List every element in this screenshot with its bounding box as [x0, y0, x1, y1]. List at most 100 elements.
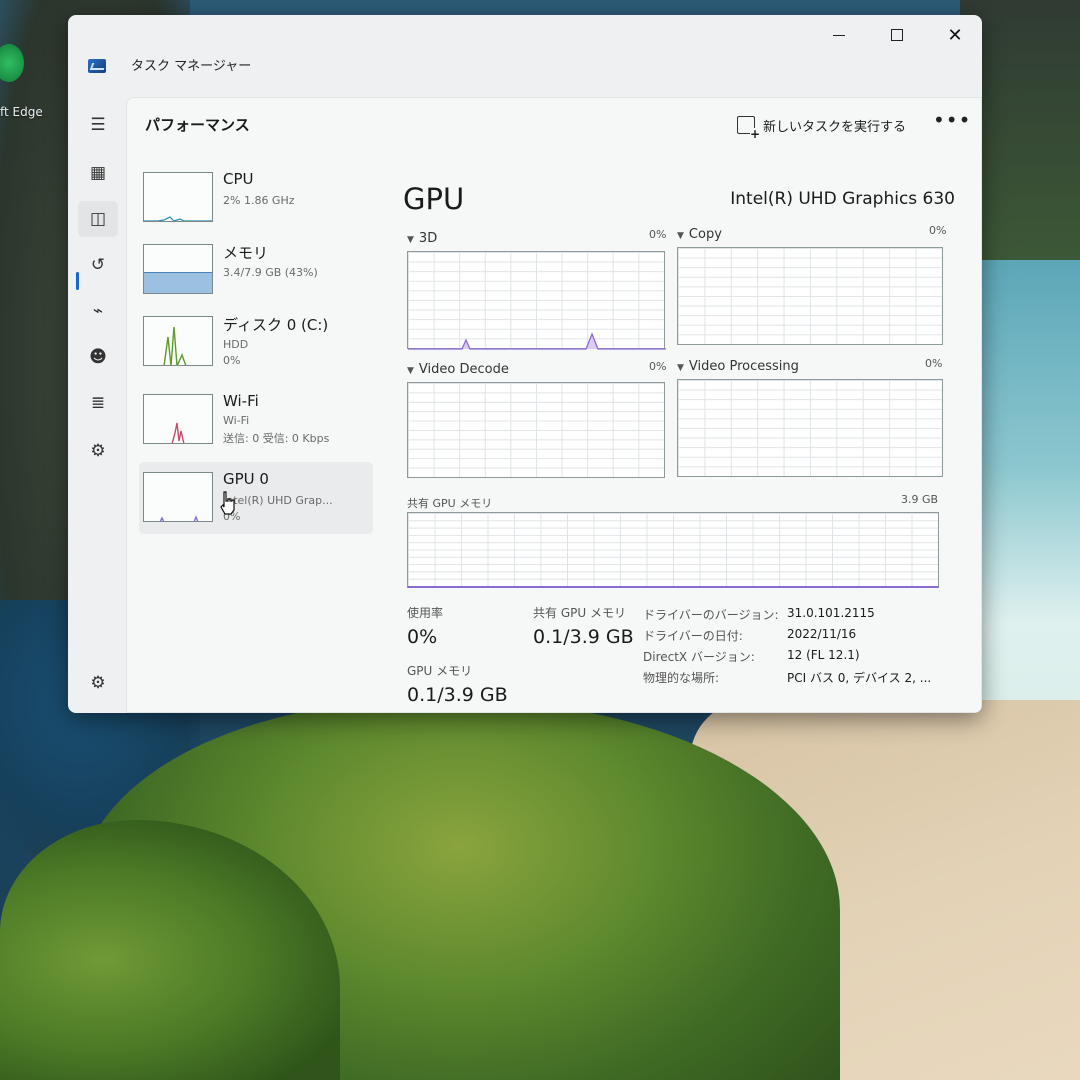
engine-selector-3d[interactable]: ▼ 3D — [407, 231, 437, 246]
graph-video-processing — [677, 379, 943, 477]
page-title: パフォーマンス — [145, 116, 250, 134]
minimize-button[interactable] — [810, 19, 868, 51]
engine-label: Copy — [688, 227, 722, 242]
disk-thumbnail-graph — [143, 316, 213, 366]
performance-icon: ◫ — [89, 209, 107, 229]
hand-cursor-icon — [220, 491, 235, 515]
graph-3d-line — [408, 332, 666, 350]
resource-detail: 0% — [223, 354, 241, 367]
resource-detail: 2% 1.86 GHz — [223, 194, 295, 207]
shared-memory-graph-max: 3.9 GB — [901, 493, 939, 506]
memory-thumbnail-graph — [143, 244, 213, 294]
resource-name: メモリ — [223, 244, 269, 262]
resource-item-memory[interactable]: メモリ 3.4/7.9 GB (43%) — [139, 234, 373, 306]
info-value: 2022/11/16 — [787, 627, 857, 641]
info-key: ドライバーの日付: — [643, 629, 743, 643]
nav-rail: ☰ ▦ ◫ ↺ ⌁ ☻ ≣ ⚙ ⚙ — [68, 77, 126, 713]
resource-item-disk[interactable]: ディスク 0 (C:) HDD 0% — [139, 306, 373, 378]
resource-item-gpu[interactable]: GPU 0 Intel(R) UHD Grap... 0% — [139, 462, 373, 534]
memory-usage-fill — [144, 272, 212, 293]
nav-services[interactable]: ⚙ — [78, 433, 118, 469]
maximize-icon — [891, 29, 903, 41]
resource-detail: 3.4/7.9 GB (43%) — [223, 266, 318, 279]
title-bar[interactable]: タスク マネージャー ✕ — [68, 15, 982, 77]
panel-header: パフォーマンス 新しいタスクを実行する ••• — [127, 98, 981, 154]
close-icon: ✕ — [947, 24, 963, 46]
shared-gpu-memory-label: 共有 GPU メモリ — [533, 606, 626, 620]
gpu-model-name: Intel(R) UHD Graphics 630 — [730, 189, 955, 209]
engine-selector-video-processing[interactable]: ▼ Video Processing — [677, 359, 799, 374]
minimize-icon — [833, 34, 845, 36]
engine-percent: 0% — [929, 224, 947, 237]
graph-copy — [677, 247, 943, 345]
utilization-label: 使用率 — [407, 606, 444, 620]
nav-startup-apps[interactable]: ⌁ — [78, 293, 118, 329]
resource-name: GPU 0 — [223, 470, 269, 488]
info-key: DirectX バージョン: — [643, 650, 755, 664]
gpu-thumbnail-graph — [143, 472, 213, 522]
edge-desktop-label[interactable]: ft Edge — [0, 105, 43, 119]
run-new-task-button[interactable]: 新しいタスクを実行する — [737, 114, 907, 140]
close-button[interactable]: ✕ — [926, 19, 982, 51]
resource-name: ディスク 0 (C:) — [223, 316, 329, 334]
details-list-icon: ≣ — [90, 393, 106, 413]
resource-name: Wi-Fi — [223, 392, 259, 410]
resource-detail: Wi-Fi — [223, 414, 250, 427]
nav-users[interactable]: ☻ — [78, 339, 118, 375]
engine-percent: 0% — [925, 357, 943, 370]
cpu-sparkline — [144, 216, 212, 221]
resource-detail: 送信: 0 受信: 0 Kbps — [223, 432, 330, 445]
info-key: 物理的な場所: — [643, 671, 720, 685]
wifi-thumbnail-graph — [143, 394, 213, 444]
resource-item-wifi[interactable]: Wi-Fi Wi-Fi 送信: 0 受信: 0 Kbps — [139, 384, 373, 456]
task-manager-app-icon — [88, 59, 106, 73]
engine-label: Video Processing — [688, 359, 799, 374]
gpu-detail-pane: GPU Intel(R) UHD Graphics 630 ▼ 3D 0% ▼ Co… — [399, 154, 969, 713]
hamburger-icon: ☰ — [90, 115, 106, 135]
info-key: ドライバーのバージョン: — [643, 608, 779, 622]
engine-selector-copy[interactable]: ▼ Copy — [677, 227, 722, 242]
run-new-task-label: 新しいタスクを実行する — [763, 119, 907, 135]
engine-selector-video-decode[interactable]: ▼ Video Decode — [407, 362, 509, 377]
nav-details[interactable]: ≣ — [78, 385, 118, 421]
users-icon: ☻ — [89, 347, 107, 367]
chevron-down-icon: ▼ — [407, 235, 414, 245]
wifi-sparkline — [171, 422, 185, 443]
resource-detail: HDD — [223, 338, 249, 351]
maximize-button[interactable] — [868, 19, 926, 51]
window-title: タスク マネージャー — [131, 59, 252, 74]
shared-gpu-memory-value: 0.1/3.9 GB — [533, 626, 634, 648]
nav-performance[interactable]: ◫ — [78, 201, 118, 237]
resource-name: CPU — [223, 170, 254, 188]
startup-icon: ⌁ — [92, 301, 104, 321]
info-value: PCI バス 0, デバイス 2, ... — [787, 671, 932, 685]
resource-list: CPU 2% 1.86 GHz メモリ 3.4/7.9 GB (43%) ディス… — [139, 162, 377, 542]
chevron-down-icon: ▼ — [407, 366, 414, 376]
info-value: 31.0.101.2115 — [787, 606, 875, 620]
processes-icon: ▦ — [89, 163, 107, 183]
settings-button[interactable]: ⚙ — [78, 665, 118, 701]
gpu-sparkline — [159, 515, 199, 521]
utilization-value: 0% — [407, 626, 438, 648]
hamburger-menu-button[interactable]: ☰ — [78, 107, 118, 143]
performance-panel: パフォーマンス 新しいタスクを実行する ••• CPU 2% 1.86 GHz — [126, 97, 982, 713]
engine-percent: 0% — [649, 360, 667, 373]
history-icon: ↺ — [90, 255, 106, 275]
run-task-icon — [737, 116, 760, 140]
disk-sparkline — [163, 326, 187, 365]
nav-processes[interactable]: ▦ — [78, 155, 118, 191]
resource-item-cpu[interactable]: CPU 2% 1.86 GHz — [139, 162, 373, 234]
engine-label: Video Decode — [418, 362, 509, 377]
graph-video-decode — [407, 382, 665, 478]
graph-3d — [407, 251, 666, 350]
chevron-down-icon: ▼ — [677, 231, 684, 241]
more-options-button[interactable]: ••• — [933, 108, 970, 136]
cpu-thumbnail-graph — [143, 172, 213, 222]
engine-percent: 0% — [649, 228, 667, 241]
shared-memory-graph-label: 共有 GPU メモリ — [407, 497, 493, 510]
services-puzzle-icon: ⚙ — [90, 441, 106, 461]
resource-detail: Intel(R) UHD Grap... — [223, 494, 333, 507]
gpu-memory-label: GPU メモリ — [407, 664, 473, 678]
shared-memory-graph — [407, 512, 939, 588]
nav-app-history[interactable]: ↺ — [78, 247, 118, 283]
